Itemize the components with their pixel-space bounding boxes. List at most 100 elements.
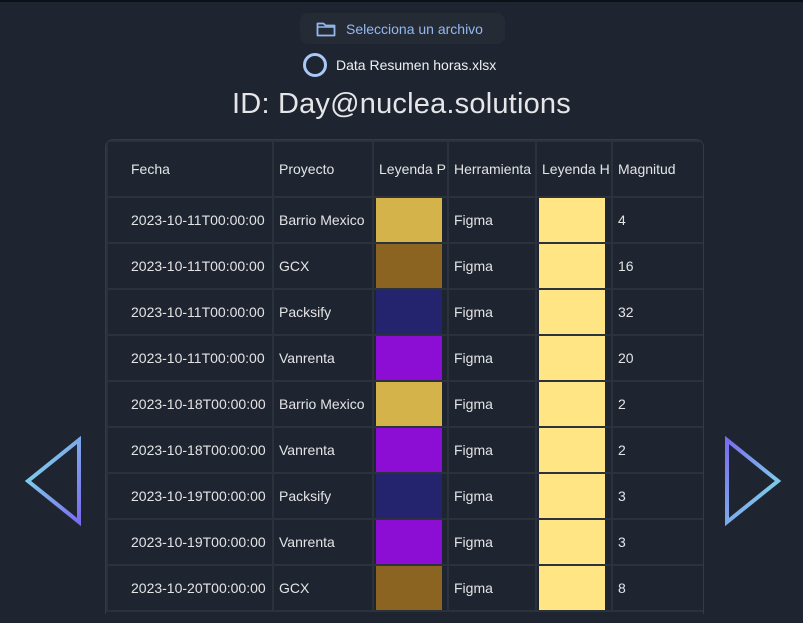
cell-leyenda-h: [535, 426, 613, 474]
cell-magnitud: 8: [611, 564, 703, 612]
table-row[interactable]: 2023-10-19T00:00:00 Packsify Figma 3: [106, 472, 703, 520]
legend-swatch-proyecto: [376, 199, 442, 241]
legend-swatch-herramienta: [539, 291, 605, 333]
triangle-right-icon: [725, 435, 782, 527]
select-file-label: Selecciona un archivo: [346, 20, 483, 37]
cell-proyecto: Packsify: [272, 288, 374, 336]
cell-fecha: 2023-10-11T00:00:00: [106, 242, 274, 290]
triangle-left-icon: [24, 435, 81, 527]
column-header-magnitud[interactable]: Magnitud: [611, 140, 703, 198]
cell-leyenda-h: [535, 334, 613, 382]
cell-leyenda-h: [535, 564, 613, 612]
cell-herramienta: Figma: [447, 288, 537, 336]
table-row[interactable]: 2023-10-18T00:00:00 Vanrenta Figma 2: [106, 426, 703, 474]
cell-magnitud: 4: [611, 196, 703, 244]
selected-file-name: Data Resumen horas.xlsx: [336, 57, 497, 73]
column-header-leyenda-p[interactable]: Leyenda P: [372, 140, 449, 198]
table-row[interactable]: 2023-10-11T00:00:00 Packsify Figma 32: [106, 288, 703, 336]
legend-swatch-herramienta: [539, 199, 605, 241]
cell-proyecto: GCX: [272, 242, 374, 290]
legend-swatch-proyecto: [376, 567, 442, 609]
cell-magnitud: 20: [611, 334, 703, 382]
table-row[interactable]: 2023-10-19T00:00:00 Vanrenta Figma 3: [106, 518, 703, 566]
legend-swatch-herramienta: [539, 475, 605, 517]
table-row[interactable]: 2023-10-11T00:00:00 Barrio Mexico Figma 4: [106, 196, 703, 244]
cell-fecha: 2023-10-11T00:00:00: [106, 334, 274, 382]
column-header-fecha[interactable]: Fecha: [106, 140, 274, 198]
cell-herramienta: Figma: [447, 196, 537, 244]
cell-leyenda-h: [535, 380, 613, 428]
table-row[interactable]: 2023-10-11T00:00:00 GCX Figma 16: [106, 242, 703, 290]
cell-leyenda-p: [372, 380, 449, 428]
cell-fecha: 2023-10-18T00:00:00: [106, 426, 274, 474]
cell-herramienta: Figma: [447, 380, 537, 428]
legend-swatch-herramienta: [539, 567, 605, 609]
cell-proyecto: Packsify: [272, 472, 374, 520]
folder-icon: [316, 21, 336, 37]
cell-magnitud: 3: [611, 518, 703, 566]
cell-fecha: 2023-10-19T00:00:00: [106, 472, 274, 520]
cell-magnitud: 2: [611, 426, 703, 474]
legend-swatch-proyecto: [376, 245, 442, 287]
cell-leyenda-p: [372, 426, 449, 474]
column-header-proyecto[interactable]: Proyecto: [272, 140, 374, 198]
column-header-leyenda-h[interactable]: Leyenda H: [535, 140, 613, 198]
top-divider: [0, 0, 803, 2]
cell-proyecto: GCX: [272, 564, 374, 612]
cell-leyenda-p: [372, 288, 449, 336]
column-header-herramienta[interactable]: Herramienta: [447, 140, 537, 198]
cell-proyecto: Barrio Mexico: [272, 196, 374, 244]
cell-leyenda-h: [535, 472, 613, 520]
cell-leyenda-p: [372, 196, 449, 244]
cell-herramienta: Figma: [447, 518, 537, 566]
cell-magnitud: 16: [611, 242, 703, 290]
cell-herramienta: Figma: [447, 334, 537, 382]
table-row[interactable]: 2023-10-20T00:00:00 GCX Figma 8: [106, 564, 703, 612]
table-header-row: Fecha Proyecto Leyenda P Herramienta Ley…: [106, 140, 703, 198]
radio-icon[interactable]: [303, 53, 327, 77]
data-table: Fecha Proyecto Leyenda P Herramienta Ley…: [105, 139, 704, 614]
cell-proyecto: Vanrenta: [272, 426, 374, 474]
legend-swatch-herramienta: [539, 245, 605, 287]
legend-swatch-proyecto: [376, 521, 442, 563]
cell-leyenda-p: [372, 518, 449, 566]
legend-swatch-proyecto: [376, 291, 442, 333]
legend-swatch-herramienta: [539, 383, 605, 425]
cell-fecha: 2023-10-20T00:00:00: [106, 564, 274, 612]
table-row[interactable]: 2023-10-11T00:00:00 Vanrenta Figma 20: [106, 334, 703, 382]
select-file-button[interactable]: Selecciona un archivo: [300, 13, 505, 44]
selected-file-row[interactable]: Data Resumen horas.xlsx: [303, 51, 496, 79]
cell-herramienta: Figma: [447, 426, 537, 474]
legend-swatch-proyecto: [376, 475, 442, 517]
cell-magnitud: 32: [611, 288, 703, 336]
legend-swatch-herramienta: [539, 521, 605, 563]
cell-fecha: 2023-10-11T00:00:00: [106, 288, 274, 336]
cell-proyecto: Vanrenta: [272, 334, 374, 382]
cell-proyecto: Vanrenta: [272, 518, 374, 566]
table-row[interactable]: 2023-10-18T00:00:00 Barrio Mexico Figma 2: [106, 380, 703, 428]
legend-swatch-proyecto: [376, 337, 442, 379]
cell-fecha: 2023-10-11T00:00:00: [106, 196, 274, 244]
cell-leyenda-p: [372, 334, 449, 382]
cell-herramienta: Figma: [447, 564, 537, 612]
cell-herramienta: Figma: [447, 472, 537, 520]
cell-leyenda-p: [372, 242, 449, 290]
legend-swatch-proyecto: [376, 429, 442, 471]
page-title: ID: Day@nuclea.solutions: [232, 88, 571, 120]
cell-leyenda-h: [535, 196, 613, 244]
cell-fecha: 2023-10-18T00:00:00: [106, 380, 274, 428]
cell-leyenda-h: [535, 518, 613, 566]
cell-magnitud: 2: [611, 380, 703, 428]
legend-swatch-proyecto: [376, 383, 442, 425]
previous-page-button[interactable]: [24, 435, 84, 527]
cell-leyenda-h: [535, 242, 613, 290]
cell-herramienta: Figma: [447, 242, 537, 290]
cell-leyenda-p: [372, 472, 449, 520]
cell-fecha: 2023-10-19T00:00:00: [106, 518, 274, 566]
cell-proyecto: Barrio Mexico: [272, 380, 374, 428]
legend-swatch-herramienta: [539, 429, 605, 471]
next-page-button[interactable]: [721, 435, 783, 527]
legend-swatch-herramienta: [539, 337, 605, 379]
cell-leyenda-h: [535, 288, 613, 336]
cell-magnitud: 3: [611, 472, 703, 520]
